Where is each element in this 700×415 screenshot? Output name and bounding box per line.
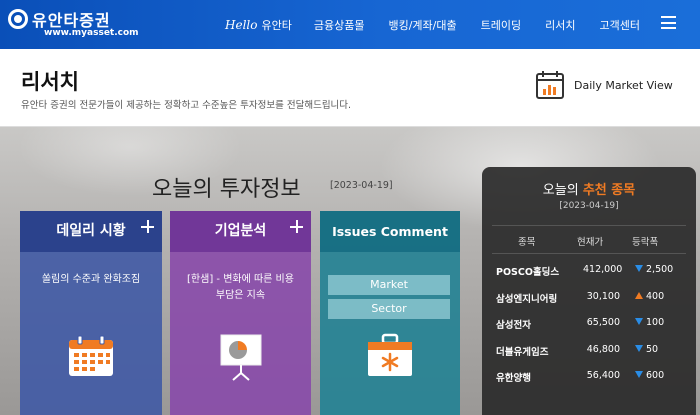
stock-price: 65,500 [586,317,620,328]
rec-title-accent: 추천 종목 [582,183,636,198]
column-header-name: 종목 [518,237,536,248]
company-analysis-card-text[interactable]: [한샘] - 변화에 따른 비용 부담은 지속 [178,272,303,304]
recommended-stocks-title: 오늘의 추천 종목 [482,179,696,198]
rec-title-prefix: 오늘의 [542,183,579,198]
stock-name[interactable]: 삼성전자 [496,317,531,331]
hero-title: 오늘의 투자정보 [152,177,301,202]
stock-change-value: 2,500 [646,264,674,275]
hero-section: 오늘의 투자정보 [2023-04-19] 데일리 시황 쏠림의 수준과 완화조… [0,127,700,415]
logo[interactable]: 유안타증권 www.myasset.com [8,5,139,43]
daily-market-card-text[interactable]: 쏠림의 수준과 완화조짐 [28,272,154,288]
hamburger-menu-icon[interactable] [661,16,676,29]
stock-change-value: 400 [646,290,665,302]
hero-date: [2023-04-19] [330,180,393,191]
company-analysis-card[interactable]: 기업분석 [한샘] - 변화에 따른 비용 부담은 지속 [170,211,311,415]
calendar-chart-icon [536,71,564,99]
stock-price: 30,100 [586,290,620,302]
plus-icon[interactable] [141,220,154,233]
daily-market-view-label: Daily Market View [574,79,673,92]
issues-market-button[interactable]: Market [328,275,450,295]
stock-change: 100 [635,317,675,328]
table-row[interactable]: 더블유게임즈 46,800 50 [482,344,696,370]
logo-mark-icon [8,9,28,29]
issues-comment-card: Issues Comment Market Sector [320,211,460,415]
issues-comment-card-title: Issues Comment [320,211,460,252]
stock-change: 50 [635,344,675,355]
recommended-stocks-panel: 오늘의 추천 종목 [2023-04-19] 종목 현재가 등락폭 POSCO홀… [482,167,696,415]
stock-name[interactable]: 삼성엔지니어링 [496,291,557,305]
table-row[interactable]: 삼성전자 65,500 100 [482,317,696,343]
triangle-down-icon [635,318,643,325]
recommended-stocks-date: [2023-04-19] [559,201,619,211]
stock-price: 56,400 [586,370,620,381]
nav-item-trading[interactable]: 트레이딩 [481,17,521,33]
nav-item-hello-yuanta[interactable]: Hello 유안타 [225,17,292,33]
calendar-icon [69,335,113,376]
table-row[interactable]: POSCO홀딩스 412,000 2,500 [482,264,696,290]
column-header-change: 등락폭 [632,237,659,248]
column-header-price: 현재가 [577,237,604,248]
page-subtitle: 유안타 증권의 전문가들이 제공하는 정확하고 수준높은 투자정보를 전달해드립… [21,100,352,111]
stock-change-value: 600 [646,370,665,381]
nav-hello-prefix: Hello [225,17,258,32]
stock-change-value: 100 [646,317,665,328]
table-row[interactable]: 삼성엔지니어링 30,100 400 [482,291,696,317]
presentation-chart-icon [220,334,262,381]
nav-item-research[interactable]: 리서치 [545,17,575,33]
stock-name[interactable]: 유한양행 [496,370,531,384]
divider [492,253,686,254]
triangle-down-icon [635,371,643,378]
triangle-up-icon [635,291,643,299]
top-navigation-bar: 유안타증권 www.myasset.com Hello 유안타 금융상품몰 뱅킹/… [0,0,700,49]
nav-item-products[interactable]: 금융상품몰 [314,17,365,33]
triangle-down-icon [635,265,643,272]
stock-change-value: 50 [646,343,659,355]
nav-item-label: 유안타 [261,18,292,32]
page-title: 리서치 [21,70,79,94]
main-nav: Hello 유안타 금융상품몰 뱅킹/계좌/대출 트레이딩 리서치 고객센터 [225,0,664,49]
plus-icon[interactable] [290,220,303,233]
nav-item-banking[interactable]: 뱅킹/계좌/대출 [388,17,456,33]
nav-item-customer-center[interactable]: 고객센터 [599,17,639,33]
triangle-down-icon [635,344,643,352]
divider [492,225,686,226]
logo-url: www.myasset.com [44,28,139,38]
company-analysis-text-line-2: 부담은 지속 [215,290,266,301]
company-analysis-text-line-1: [한샘] - 변화에 따른 비용 [187,274,294,285]
issues-sector-button[interactable]: Sector [328,299,450,319]
page-title-bar: 리서치 유안타 증권의 전문가들이 제공하는 정확하고 수준높은 투자정보를 전… [0,49,700,127]
stock-name[interactable]: 더블유게임즈 [496,344,548,358]
daily-market-card[interactable]: 데일리 시황 쏠림의 수준과 완화조짐 [20,211,162,415]
stock-price: 46,800 [586,343,620,355]
stock-change: 600 [635,370,675,381]
briefcase-icon [368,333,412,376]
stock-change: 400 [635,291,675,302]
stock-name[interactable]: POSCO홀딩스 [496,264,559,278]
stock-change: 2,500 [635,264,675,275]
stock-price: 412,000 [583,264,623,275]
daily-market-view-link[interactable]: Daily Market View [535,70,685,104]
table-row[interactable]: 유한양행 56,400 600 [482,370,696,396]
